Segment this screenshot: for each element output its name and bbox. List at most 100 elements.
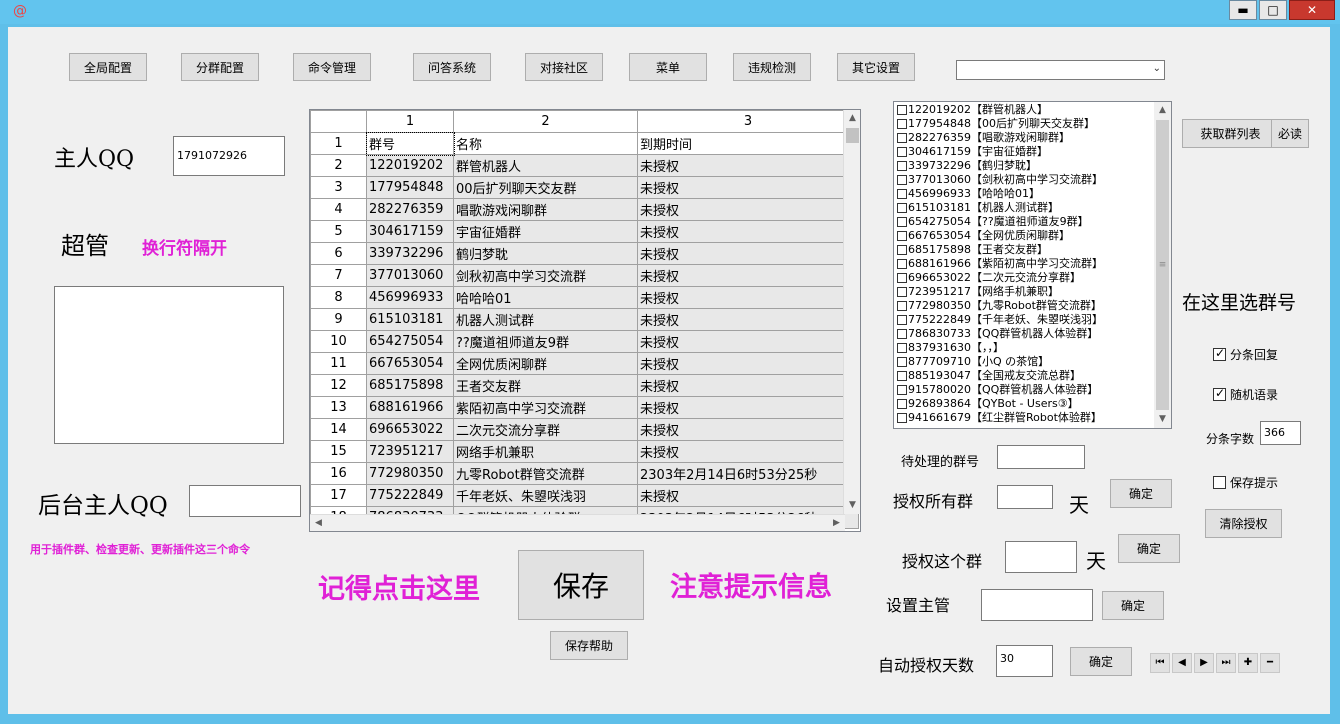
group-check-item[interactable]: 941661679【红尘群管Robot体验群】 [895, 411, 1155, 425]
group-check-item[interactable]: 723951217【网络手机兼职】 [895, 285, 1155, 299]
cell-group-name[interactable]: 剑秋初高中学习交流群 [453, 264, 638, 287]
close-button[interactable]: ✕ [1289, 0, 1335, 20]
cell-group-id[interactable]: 772980350 [366, 462, 454, 485]
cell-group-name[interactable]: 群管机器人 [453, 154, 638, 177]
cell-expiry[interactable]: 未授权 [637, 330, 859, 353]
cell-group-name[interactable]: 紫陌初高中学习交流群 [453, 396, 638, 419]
checkbox-unchecked-icon[interactable] [897, 273, 907, 283]
checkbox-unchecked-icon[interactable] [897, 161, 907, 171]
menu-button[interactable]: 菜单 [629, 53, 707, 81]
cell-group-name[interactable]: 九零Robot群管交流群 [453, 462, 638, 485]
command-manage-button[interactable]: 命令管理 [293, 53, 371, 81]
cell-expiry[interactable]: 未授权 [637, 374, 859, 397]
cell-group-name[interactable]: ??魔道祖师道友9群 [453, 330, 638, 353]
cell-expiry[interactable]: 未授权 [637, 484, 859, 507]
violation-check-button[interactable]: 违规检测 [733, 53, 811, 81]
group-check-item[interactable]: 377013060【剑秋初高中学习交流群】 [895, 173, 1155, 187]
col-header[interactable]: 3 [637, 110, 859, 133]
cell-group-name[interactable]: 网络手机兼职 [453, 440, 638, 463]
cell-expiry[interactable]: 未授权 [637, 264, 859, 287]
add-record-icon[interactable]: ✚ [1238, 653, 1258, 673]
cell-expiry[interactable]: 未授权 [637, 308, 859, 331]
checkbox-unchecked-icon[interactable] [897, 147, 907, 157]
group-check-item[interactable]: 339732296【鹤归梦耽】 [895, 159, 1155, 173]
other-settings-button[interactable]: 其它设置 [837, 53, 915, 81]
row-header[interactable]: 8 [310, 286, 367, 309]
group-check-item[interactable]: 282276359【唱歌游戏闲聊群】 [895, 131, 1155, 145]
auth-all-input[interactable] [997, 485, 1053, 509]
scroll-left-icon[interactable]: ◀ [310, 515, 327, 531]
cell-group-name[interactable]: 00后扩列聊天交友群 [453, 176, 638, 199]
table-row[interactable]: 10 654275054 ??魔道祖师道友9群 未授权 [310, 330, 859, 353]
cell-group-name[interactable]: 唱歌游戏闲聊群 [453, 198, 638, 221]
cell-group-id[interactable]: 667653054 [366, 352, 454, 375]
cell-expiry[interactable]: 未授权 [637, 176, 859, 199]
group-check-item[interactable]: 772980350【九零Robot群管交流群】 [895, 299, 1155, 313]
checkbox-unchecked-icon[interactable] [897, 105, 907, 115]
table-row[interactable]: 15 723951217 网络手机兼职 未授权 [310, 440, 859, 463]
save-prompt-checkbox[interactable]: 保存提示 [1213, 474, 1278, 491]
table-row[interactable]: 14 696653022 二次元交流分享群 未授权 [310, 418, 859, 441]
group-check-item[interactable]: 177954848【00后扩列聊天交友群】 [895, 117, 1155, 131]
cell-group-name[interactable]: 千年老妖、朱曌咲浅羽 [453, 484, 638, 507]
group-check-item[interactable]: 667653054【全网优质闲聊群】 [895, 229, 1155, 243]
cell-group-id[interactable]: 177954848 [366, 176, 454, 199]
cell-group-name[interactable]: 王者交友群 [453, 374, 638, 397]
group-check-item[interactable]: 304617159【宇宙征婚群】 [895, 145, 1155, 159]
checkbox-unchecked-icon[interactable] [897, 231, 907, 241]
row-header[interactable]: 11 [310, 352, 367, 375]
auth-this-input[interactable] [1005, 541, 1077, 573]
config-select[interactable]: ⌄ [956, 60, 1165, 80]
checkbox-unchecked-icon[interactable] [897, 399, 907, 409]
checkbox-unchecked-icon[interactable] [897, 133, 907, 143]
random-phrase-checkbox[interactable]: 随机语录 [1213, 386, 1278, 403]
cell-expiry[interactable]: 未授权 [637, 396, 859, 419]
checkbox-unchecked-icon[interactable] [897, 189, 907, 199]
cell-group-id[interactable]: 339732296 [366, 242, 454, 265]
group-check-item[interactable]: 877709710【小Q の茶馆】 [895, 355, 1155, 369]
cell-group-id[interactable]: 377013060 [366, 264, 454, 287]
row-header[interactable]: 14 [310, 418, 367, 441]
checkbox-unchecked-icon[interactable] [897, 371, 907, 381]
scroll-up-icon[interactable]: ▲ [844, 110, 860, 127]
cell-group-name[interactable]: 宇宙征婚群 [453, 220, 638, 243]
table-row[interactable]: 16 772980350 九零Robot群管交流群 2303年2月14日6时53分25… [310, 462, 859, 485]
grid-vertical-scrollbar[interactable]: ▲ ▼ [843, 110, 860, 514]
cell-group-name[interactable]: 机器人测试群 [453, 308, 638, 331]
super-admin-textarea[interactable] [54, 286, 284, 444]
checkbox-unchecked-icon[interactable] [897, 413, 907, 423]
table-row[interactable]: 4 282276359 唱歌游戏闲聊群 未授权 [310, 198, 859, 221]
group-check-item[interactable]: 696653022【二次元交流分享群】 [895, 271, 1155, 285]
cell-group-id[interactable]: 282276359 [366, 198, 454, 221]
cell-expiry[interactable]: 未授权 [637, 440, 859, 463]
row-header[interactable]: 2 [310, 154, 367, 177]
cell-group-id[interactable]: 654275054 [366, 330, 454, 353]
checkbox-checked-icon[interactable] [1213, 386, 1226, 401]
cell-group-id[interactable]: 688161966 [366, 396, 454, 419]
row-header[interactable]: 9 [310, 308, 367, 331]
cell-expiry[interactable]: 未授权 [637, 418, 859, 441]
group-table[interactable]: 1 2 3 1 群号 名称 到期时间 2 122019202 群管机器人 未授权 3 177954… [309, 109, 861, 532]
row-header[interactable]: 13 [310, 396, 367, 419]
row-header[interactable]: 15 [310, 440, 367, 463]
group-check-item[interactable]: 837931630【，，】 [895, 341, 1155, 355]
checkbox-unchecked-icon[interactable] [897, 385, 907, 395]
prev-record-icon[interactable]: ◀ [1172, 653, 1192, 673]
checkbox-unchecked-icon[interactable] [897, 301, 907, 311]
col-header[interactable]: 2 [453, 110, 638, 133]
get-group-list-button[interactable]: 获取群列表 [1182, 119, 1279, 148]
grid-horizontal-scrollbar[interactable]: ◀ ▶ [310, 514, 845, 531]
group-config-button[interactable]: 分群配置 [181, 53, 259, 81]
scroll-right-icon[interactable]: ▶ [828, 515, 845, 531]
table-row[interactable]: 7 377013060 剑秋初高中学习交流群 未授权 [310, 264, 859, 287]
auto-auth-confirm-button[interactable]: 确定 [1070, 647, 1132, 676]
next-record-icon[interactable]: ▶ [1194, 653, 1214, 673]
group-check-item[interactable]: 615103181【机器人测试群】 [895, 201, 1155, 215]
last-record-icon[interactable]: ⏭ [1216, 653, 1236, 673]
cell-group-id[interactable]: 122019202 [366, 154, 454, 177]
scroll-up-icon[interactable]: ▲ [1154, 102, 1171, 119]
group-check-item[interactable]: 915780020【QQ群管机器人体验群】 [895, 383, 1155, 397]
checkbox-unchecked-icon[interactable] [897, 287, 907, 297]
save-button[interactable]: 保存 [518, 550, 644, 620]
checkbox-unchecked-icon[interactable] [897, 175, 907, 185]
